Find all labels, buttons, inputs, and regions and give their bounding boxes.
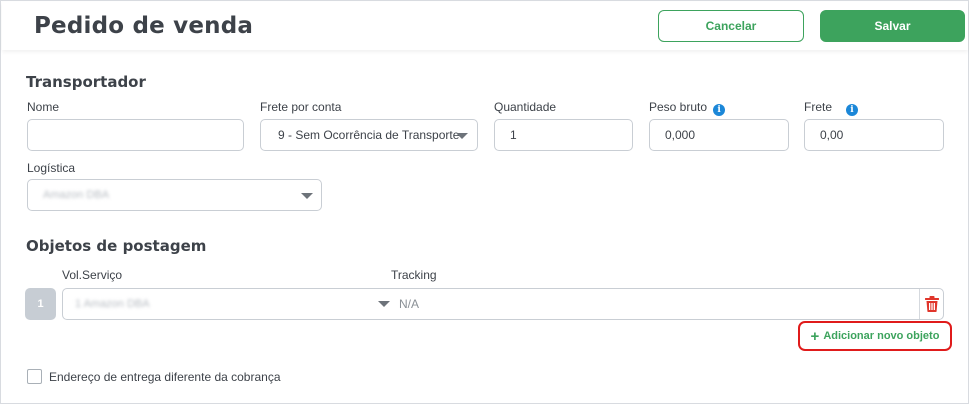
- logistica-label: Logística: [27, 161, 76, 175]
- info-icon[interactable]: i: [846, 104, 859, 116]
- frete-label-text: Frete: [804, 100, 833, 114]
- section-title-transportador: Transportador: [26, 73, 146, 91]
- page-header: Pedido de venda Cancelar Salvar: [2, 2, 968, 50]
- logistica-value: Amazon DBA: [43, 189, 110, 201]
- frete-por-conta-select[interactable]: 9 - Sem Ocorrência de Transporte: [260, 119, 478, 151]
- add-new-object-button[interactable]: + Adicionar novo objeto: [798, 321, 952, 351]
- info-icon[interactable]: i: [713, 104, 726, 116]
- nome-input[interactable]: [27, 119, 244, 151]
- frete-por-conta-label: Frete por conta: [260, 100, 342, 114]
- vol-servico-select[interactable]: 1 Amazon DBA: [63, 289, 395, 319]
- delete-object-button[interactable]: [919, 289, 943, 319]
- add-new-object-label: Adicionar novo objeto: [823, 330, 940, 342]
- trash-icon: [924, 296, 939, 312]
- frete-por-conta-value: 9 - Sem Ocorrência de Transporte: [278, 128, 460, 142]
- column-header-vol-servico: Vol.Serviço: [62, 268, 123, 282]
- page-frame: Pedido de venda Cancelar Salvar Transpor…: [0, 0, 969, 404]
- frete-input[interactable]: 0,00: [804, 119, 944, 151]
- page-title: Pedido de venda: [34, 13, 254, 39]
- different-delivery-address-checkbox[interactable]: [27, 369, 42, 384]
- column-header-tracking: Tracking: [391, 268, 437, 282]
- peso-bruto-label-text: Peso bruto: [649, 100, 708, 114]
- peso-bruto-value: 0,000: [665, 128, 696, 142]
- postage-object-row: 1 Amazon DBA N/A: [62, 288, 944, 320]
- vol-servico-value: 1 Amazon DBA: [75, 298, 150, 310]
- plus-icon: +: [810, 327, 820, 345]
- chevron-down-icon: [378, 301, 390, 307]
- chevron-down-icon: [456, 133, 468, 139]
- peso-bruto-label: Peso bruto i: [649, 100, 726, 116]
- nome-label: Nome: [27, 100, 60, 114]
- peso-bruto-input[interactable]: 0,000: [649, 119, 789, 151]
- quantidade-input[interactable]: 1: [494, 119, 633, 151]
- different-delivery-address-label: Endereço de entrega diferente da cobranç…: [49, 370, 281, 384]
- quantidade-label: Quantidade: [494, 100, 557, 114]
- frete-value: 0,00: [820, 128, 844, 142]
- chevron-down-icon: [301, 193, 313, 199]
- frete-label: Frete i: [804, 100, 859, 116]
- quantidade-value: 1: [510, 128, 517, 142]
- tracking-input[interactable]: N/A: [399, 297, 419, 311]
- row-number-badge: 1: [25, 288, 56, 320]
- cancel-button[interactable]: Cancelar: [658, 10, 804, 42]
- save-button[interactable]: Salvar: [820, 10, 965, 42]
- logistica-select[interactable]: Amazon DBA: [27, 179, 322, 211]
- section-title-objetos: Objetos de postagem: [26, 237, 207, 255]
